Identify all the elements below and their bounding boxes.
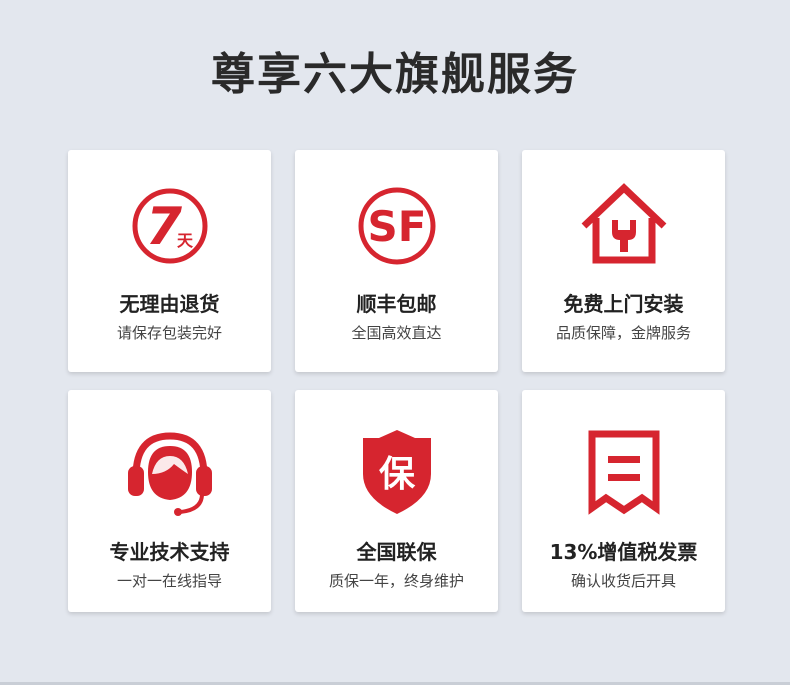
sf-express-icon: SF bbox=[349, 178, 445, 274]
service-grid: 7 天 无理由退货 请保存包装完好 SF 顺丰包邮 全国高效直达 免费上门安装 … bbox=[68, 150, 726, 612]
service-card-install: 免费上门安装 品质保障，金牌服务 bbox=[522, 150, 725, 372]
service-card-shipping: SF 顺丰包邮 全国高效直达 bbox=[295, 150, 498, 372]
service-subtitle: 全国高效直达 bbox=[351, 324, 442, 342]
badge-text: 保 bbox=[378, 454, 415, 495]
service-card-warranty: 保 全国联保 质保一年，终身维护 bbox=[295, 390, 498, 612]
seven-day-return-icon: 7 天 bbox=[122, 178, 218, 274]
service-card-support: 专业技术支持 一对一在线指导 bbox=[68, 390, 271, 612]
service-subtitle: 确认收货后开具 bbox=[570, 572, 676, 590]
service-card-invoice: 13%增值税发票 确认收货后开具 bbox=[522, 390, 725, 612]
service-subtitle: 质保一年，终身维护 bbox=[328, 572, 464, 590]
home-repair-icon bbox=[576, 178, 672, 274]
headset-support-icon bbox=[122, 424, 218, 520]
service-title: 13%增值税发票 bbox=[549, 540, 698, 564]
badge-unit: 天 bbox=[176, 231, 193, 250]
page-title: 尊享六大旗舰服务 bbox=[211, 49, 579, 100]
badge-text: SF bbox=[367, 202, 426, 251]
service-title: 全国联保 bbox=[356, 540, 437, 564]
service-subtitle: 一对一在线指导 bbox=[116, 572, 222, 590]
service-subtitle: 请保存包装完好 bbox=[116, 324, 222, 342]
service-card-return: 7 天 无理由退货 请保存包装完好 bbox=[68, 150, 271, 372]
warranty-shield-icon: 保 bbox=[349, 424, 445, 520]
service-title: 免费上门安装 bbox=[563, 292, 684, 316]
service-title: 顺丰包邮 bbox=[356, 292, 437, 316]
invoice-icon bbox=[576, 424, 672, 520]
service-subtitle: 品质保障，金牌服务 bbox=[555, 324, 691, 342]
service-title: 专业技术支持 bbox=[109, 540, 230, 564]
service-title: 无理由退货 bbox=[119, 292, 220, 316]
